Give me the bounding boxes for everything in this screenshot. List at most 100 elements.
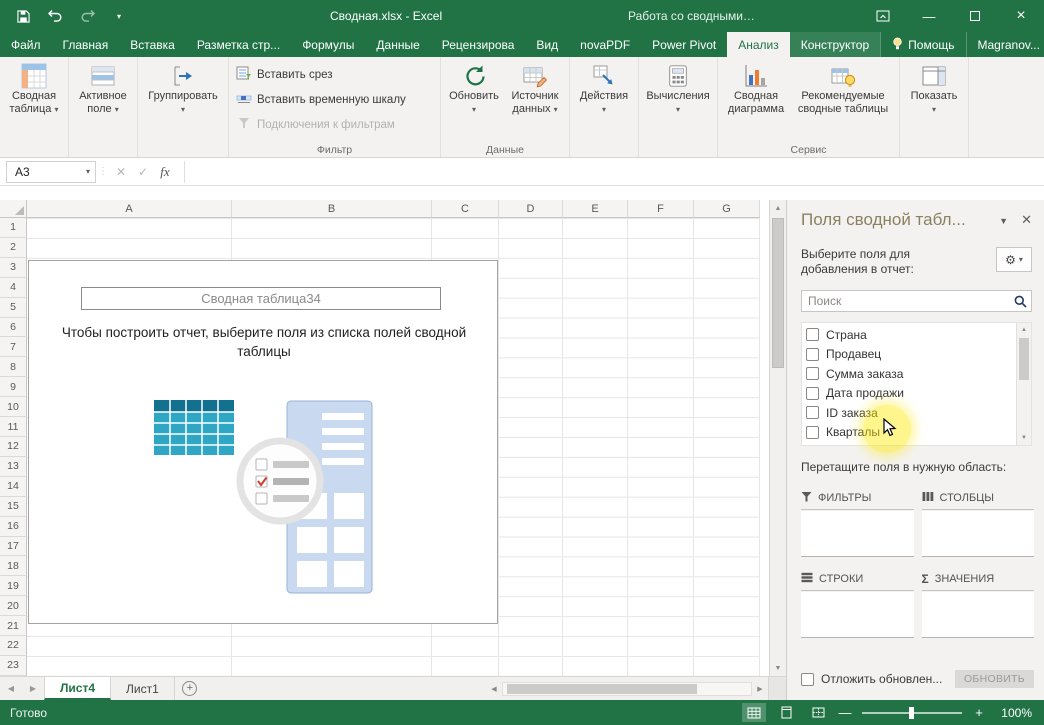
cancel-entry-icon[interactable]: ✕ [110,161,132,183]
field-item-data-prodazhi[interactable]: Дата продажи [806,384,1015,404]
row-header-22[interactable]: 22 [0,636,27,656]
tab-page-layout[interactable]: Разметка стр... [186,32,291,57]
scroll-left-icon[interactable]: ◀ [486,685,502,693]
account-name[interactable]: Magranov... [966,32,1044,57]
vertical-scrollbar[interactable]: ▲ ▼ [769,200,786,676]
row-header-17[interactable]: 17 [0,537,27,557]
tab-home[interactable]: Главная [52,32,120,57]
ribbon-display-options-icon[interactable] [860,0,906,32]
calculations-button[interactable]: Вычисления ▾ [642,57,714,116]
field-item-kvartaly[interactable]: Кварталы [806,423,1015,443]
row-header-10[interactable]: 10 [0,397,27,417]
vertical-scroll-thumb[interactable] [772,218,784,368]
checkbox[interactable] [806,426,819,439]
row-header-13[interactable]: 13 [0,457,27,477]
tab-help[interactable]: Помощь [880,32,965,57]
zoom-in-button[interactable]: + [972,705,986,720]
column-header-B[interactable]: B [232,200,432,218]
pane-close-icon[interactable]: ✕ [1021,212,1032,228]
sheet-nav-right-icon[interactable]: ▶ [22,677,44,700]
horizontal-scroll-thumb[interactable] [507,684,697,694]
row-header-16[interactable]: 16 [0,517,27,537]
column-header-A[interactable]: A [27,200,232,218]
close-button[interactable]: × [998,0,1044,32]
row-header-21[interactable]: 21 [0,616,27,636]
field-item-strana[interactable]: Страна [806,325,1015,345]
field-list-scrollbar[interactable]: ▲ ▼ [1016,323,1031,445]
scroll-down-icon[interactable]: ▼ [1017,431,1031,445]
tab-insert[interactable]: Вставка [119,32,186,57]
horizontal-scroll-track[interactable] [502,682,752,696]
page-break-view-icon[interactable] [806,703,830,722]
scroll-up-icon[interactable]: ▲ [1017,323,1031,337]
column-header-E[interactable]: E [563,200,628,218]
row-header-4[interactable]: 4 [0,278,27,298]
formula-input[interactable] [184,161,1038,183]
sheet-tab-list1[interactable]: Лист1 [111,677,175,700]
page-layout-view-icon[interactable] [774,703,798,722]
scroll-right-icon[interactable]: ▶ [752,685,768,693]
zoom-level[interactable]: 100% [994,706,1032,720]
zoom-out-button[interactable]: — [838,705,852,720]
field-list-scroll-thumb[interactable] [1019,338,1029,380]
row-header-9[interactable]: 9 [0,377,27,397]
column-header-F[interactable]: F [628,200,694,218]
field-item-prodavec[interactable]: Продавец [806,345,1015,365]
redo-icon[interactable] [78,7,96,25]
tab-design[interactable]: Конструктор [790,32,880,57]
filters-drop-zone[interactable] [801,511,914,557]
row-header-5[interactable]: 5 [0,298,27,318]
tab-review[interactable]: Рецензирова [431,32,526,57]
row-header-23[interactable]: 23 [0,656,27,676]
row-header-20[interactable]: 20 [0,596,27,616]
tools-gear-button[interactable]: ⚙▾ [996,247,1032,272]
sheet-nav-left-icon[interactable]: ◀ [0,677,22,700]
undo-icon[interactable] [46,7,64,25]
column-header-G[interactable]: G [694,200,760,218]
row-header-19[interactable]: 19 [0,576,27,596]
select-all-corner[interactable] [0,200,27,218]
values-drop-zone[interactable] [922,592,1035,638]
insert-function-icon[interactable]: fx [154,161,176,183]
horizontal-scrollbar[interactable]: ◀ ▶ [486,681,768,697]
confirm-entry-icon[interactable]: ✓ [132,161,154,183]
group-button[interactable]: Группировать ▾ [141,57,225,116]
tab-analyze[interactable]: Анализ [727,32,790,57]
insert-timeline-button[interactable]: Вставить временную шкалу [232,89,410,110]
row-header-18[interactable]: 18 [0,556,27,576]
update-button[interactable]: ОБНОВИТЬ [955,670,1034,688]
customize-qat-icon[interactable]: ▾ [110,7,128,25]
tab-novapdf[interactable]: novaPDF [569,32,641,57]
change-data-source-button[interactable]: Источник данных ▾ [504,57,566,116]
checkbox[interactable] [806,348,819,361]
zoom-slider[interactable] [862,712,962,714]
zoom-slider-thumb[interactable] [909,707,914,719]
tab-file[interactable]: Файл [0,32,52,57]
tab-power-pivot[interactable]: Power Pivot [641,32,727,57]
column-header-D[interactable]: D [499,200,563,218]
checkbox[interactable] [806,328,819,341]
field-item-id-zakaza[interactable]: ID заказа [806,403,1015,423]
minimize-button[interactable]: — [906,0,952,32]
insert-slicer-button[interactable]: Вставить срез [232,64,410,85]
tab-data[interactable]: Данные [365,32,430,57]
rows-drop-zone[interactable] [801,592,914,638]
tab-formulas[interactable]: Формулы [291,32,365,57]
row-header-15[interactable]: 15 [0,497,27,517]
row-header-14[interactable]: 14 [0,477,27,497]
row-header-8[interactable]: 8 [0,357,27,377]
row-header-6[interactable]: 6 [0,318,27,338]
row-header-7[interactable]: 7 [0,337,27,357]
maximize-button[interactable] [952,0,998,32]
sheet-tab-list4[interactable]: Лист4 [44,677,111,700]
pane-options-icon[interactable]: ▼ [999,216,1008,226]
columns-drop-zone[interactable] [922,511,1035,557]
pivot-table-button[interactable]: Сводная таблица ▾ [3,57,65,116]
row-header-2[interactable]: 2 [0,238,27,258]
scroll-down-icon[interactable]: ▼ [770,660,786,676]
filter-connections-button[interactable]: Подключения к фильтрам [232,114,410,135]
recommended-pivot-tables-button[interactable]: Рекомендуемые сводные таблицы [791,57,895,116]
row-header-11[interactable]: 11 [0,417,27,437]
tab-view[interactable]: Вид [525,32,569,57]
refresh-button[interactable]: Обновить ▾ [444,57,504,116]
